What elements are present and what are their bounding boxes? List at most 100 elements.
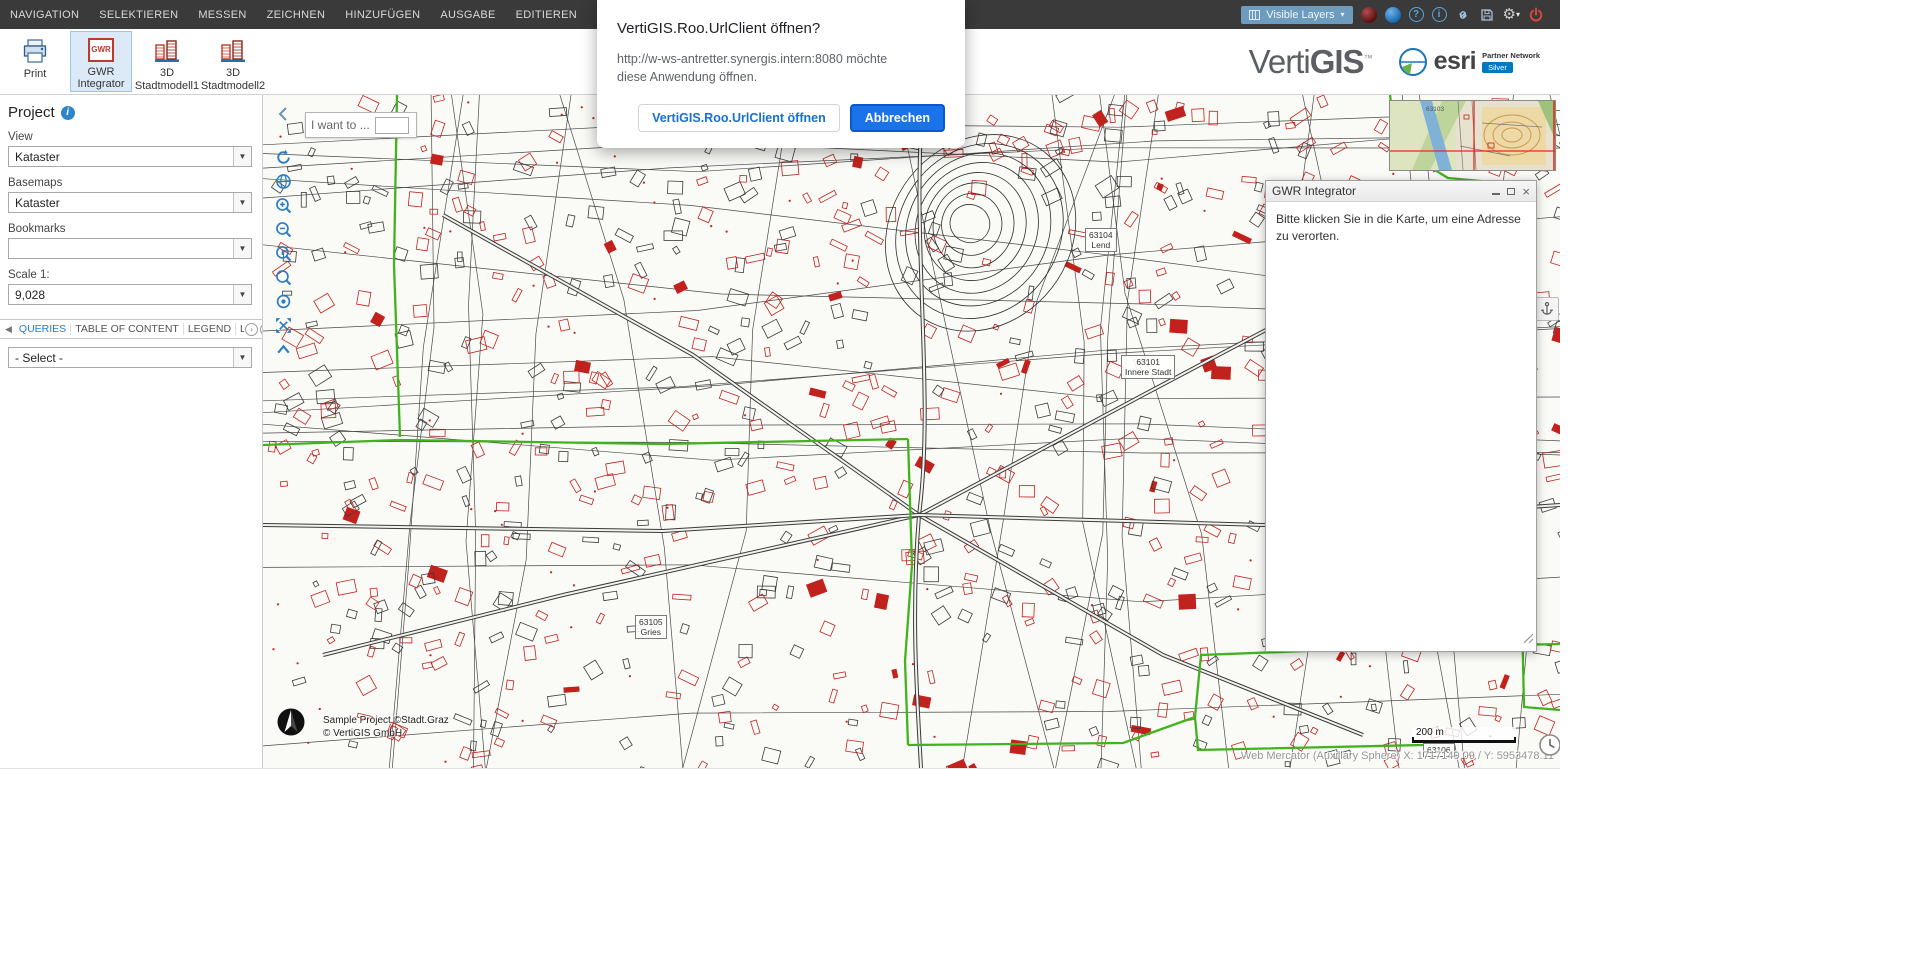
globe-icon[interactable] (273, 171, 293, 191)
map-area: 63104Lend 63101Innere Stadt 63105Gries 6… (263, 95, 1560, 768)
scale-select[interactable]: 9,028 ▼ (8, 284, 252, 305)
scalebar-bar (1412, 737, 1516, 743)
open-urlclient-button[interactable]: VertiGIS.Roo.UrlClient öffnen (638, 104, 840, 132)
district-label: 63101Innere Stadt (1121, 355, 1175, 379)
coordinate-readout: Web Mercator (Auxiliary Sphere) X: 17171… (1241, 750, 1554, 762)
gwr-integrator-label: GWRIntegrator (77, 66, 124, 91)
zoom-out-icon[interactable] (273, 219, 293, 239)
gwr-icon-text: GWR (91, 45, 111, 54)
menubar-right-cluster: Visible Layers ▾ ? i ⚙▾ (1241, 6, 1560, 24)
help-icon[interactable]: ? (1409, 7, 1424, 22)
stadtmodell1-button[interactable]: 3DStadtmodell1 (136, 31, 198, 92)
link-icon[interactable] (1455, 7, 1471, 23)
query-select-placeholder: - Select - (15, 351, 63, 365)
print-label: Print (24, 68, 47, 81)
info-icon[interactable]: i (1432, 7, 1447, 22)
visible-layers-label: Visible Layers (1266, 9, 1334, 21)
save-icon[interactable] (1479, 7, 1495, 23)
view-select[interactable]: Kataster ▼ (8, 146, 252, 167)
tab-table-of-content[interactable]: TABLE OF CONTENT (71, 323, 184, 335)
map-toolstrip (273, 147, 293, 359)
anchor-tool-icon[interactable] (1535, 297, 1559, 321)
layers-grid-icon (1249, 10, 1260, 20)
close-icon[interactable]: × (1522, 185, 1530, 198)
gwr-integrator-button[interactable]: GWR GWRIntegrator (70, 31, 132, 92)
rotate-view-icon[interactable] (273, 147, 293, 167)
district-label: 63105Gries (635, 615, 667, 639)
chevron-down-icon: ▼ (233, 285, 251, 304)
chevron-down-icon: ▼ (233, 239, 251, 258)
scale-label: Scale 1: (8, 269, 252, 281)
dialog-title: VertiGIS.Roo.UrlClient öffnen? (617, 20, 945, 37)
print-button[interactable]: Print (4, 31, 66, 92)
chevron-down-icon: ▼ (233, 348, 251, 367)
gwr-panel-title: GWR Integrator (1272, 184, 1356, 198)
dialog-body: http://w-ws-antretter.synergis.intern:80… (617, 51, 917, 86)
tabs-scroll-left-icon[interactable]: ◀ (2, 324, 15, 335)
menu-selektieren[interactable]: SELEKTIEREN (89, 9, 188, 21)
resize-handle[interactable] (1523, 631, 1534, 649)
map-attribution: Sample Project ©Stadt.Graz © VertiGIS Gm… (323, 715, 449, 740)
chevron-down-icon: ▾ (1516, 10, 1520, 19)
zoom-in-icon[interactable] (273, 195, 293, 215)
gwr-panel-header[interactable]: GWR Integrator × (1266, 181, 1536, 202)
sidebar-tabstrip: ◀ QUERIES TABLE OF CONTENT LEGEND L › › (0, 319, 262, 339)
language-globe-icon[interactable] (1361, 7, 1377, 23)
browser-open-app-dialog: VertiGIS.Roo.UrlClient öffnen? http://w-… (597, 0, 965, 148)
gwr-panel-body: Bitte klicken Sie in die Karte, um eine … (1266, 202, 1536, 651)
view-label: View (8, 131, 252, 143)
chevron-down-icon: ▼ (233, 193, 251, 212)
tabs-scroll-right-icon[interactable]: › (245, 323, 258, 336)
minimize-icon[interactable] (1492, 188, 1500, 195)
center-map-icon[interactable] (273, 291, 293, 311)
gwr-icon: GWR (88, 37, 114, 63)
esri-globe-icon (1398, 47, 1428, 77)
bookmarks-label: Bookmarks (8, 223, 252, 235)
view-value: Kataster (15, 150, 60, 164)
zoom-scale-icon[interactable] (273, 243, 293, 263)
stadtmodell1-label: 3DStadtmodell1 (135, 67, 199, 92)
basemaps-label: Basemaps (8, 177, 252, 189)
bookmarks-select[interactable]: ▼ (8, 238, 252, 259)
esri-logo: esri Partner Network Silver (1398, 47, 1540, 77)
visible-layers-button[interactable]: Visible Layers ▾ (1241, 6, 1352, 24)
full-extent-icon[interactable] (273, 315, 293, 335)
chevron-down-icon: ▾ (1341, 10, 1345, 19)
zoom-window-icon[interactable] (273, 267, 293, 287)
menu-navigation[interactable]: NAVIGATION (0, 9, 89, 21)
i-want-to-input[interactable] (375, 117, 409, 134)
partner-network-badge: Partner Network Silver (1482, 51, 1540, 73)
scalebar: 200 m (1412, 727, 1516, 743)
3d-buildings-icon (219, 37, 247, 64)
project-info-icon[interactable]: i (61, 106, 75, 120)
cancel-button[interactable]: Abbrechen (850, 104, 945, 132)
menu-hinzufuegen[interactable]: HINZUFÜGEN (335, 9, 430, 21)
menu-messen[interactable]: MESSEN (188, 9, 256, 21)
query-select[interactable]: - Select - ▼ (8, 347, 252, 368)
restore-icon[interactable] (1507, 188, 1515, 195)
collapse-toolstrip-icon[interactable] (273, 339, 293, 359)
basemaps-select[interactable]: Kataster ▼ (8, 192, 252, 213)
stadtmodell2-button[interactable]: 3DStadtmodell2 (202, 31, 264, 92)
overview-district-label: 63103 (1426, 106, 1444, 113)
district-label: 63104Lend (1085, 228, 1117, 252)
tab-legend[interactable]: LEGEND (184, 323, 236, 335)
i-want-to-widget[interactable]: I want to ... (305, 112, 417, 138)
history-clock-icon[interactable] (1538, 733, 1560, 762)
brand-globe-icon[interactable] (1385, 7, 1401, 23)
esri-wordmark: esri (1434, 47, 1476, 76)
brand-area: VertiGIS™ esri Partner Network Silver (1249, 29, 1560, 94)
tabs-overflow-icon[interactable]: › (260, 323, 262, 336)
tab-truncated[interactable]: L (236, 323, 244, 335)
3d-buildings-icon (153, 37, 181, 64)
vertigis-logo: VertiGIS™ (1249, 43, 1372, 81)
menu-zeichnen[interactable]: ZEICHNEN (257, 9, 336, 21)
sidebar-collapse-button[interactable] (275, 105, 291, 123)
overview-map[interactable]: 63103 (1389, 100, 1556, 171)
project-title: Project (8, 104, 55, 121)
menu-editieren[interactable]: EDITIEREN (506, 9, 587, 21)
tab-queries[interactable]: QUERIES (15, 323, 71, 335)
menu-ausgabe[interactable]: AUSGABE (430, 9, 505, 21)
power-icon[interactable] (1528, 7, 1544, 23)
gear-icon[interactable]: ⚙▾ (1503, 7, 1520, 22)
